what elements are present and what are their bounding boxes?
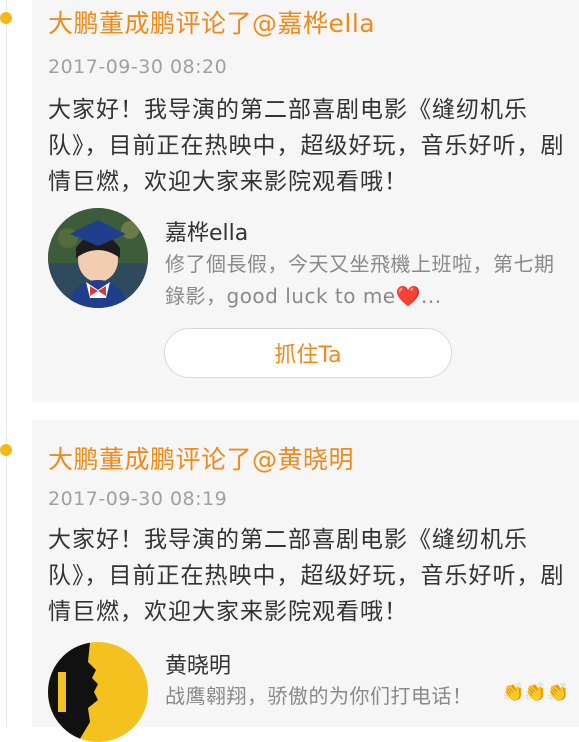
comment-timestamp: 2017-09-30 08:19 xyxy=(48,488,228,510)
comment-title[interactable]: 大鹏董成鹏评论了@嘉桦ella xyxy=(48,4,375,40)
ellipsis: ... xyxy=(421,284,442,308)
user-name[interactable]: 嘉桦ella xyxy=(165,215,248,247)
comment-body: 大家好！我导演的第二部喜剧电影《缝纫机乐队》，目前正在热映中，超级好玩，音乐好听… xyxy=(48,527,565,625)
comment-title[interactable]: 大鹏董成鹏评论了@黄晓明 xyxy=(48,440,354,476)
user-post-line: 錄影，good luck to me xyxy=(165,284,396,308)
heart-icon: ❤️ xyxy=(395,284,422,308)
user-post-line: 战鹰翱翔，骄傲的为你们打电话！ xyxy=(165,684,473,708)
timeline-dot-icon xyxy=(0,444,12,456)
comment-card[interactable]: 大鹏董成鹏评论了@黄晓明 2017-09-30 08:19 大家好！我导演的第二… xyxy=(32,420,579,742)
comment-card[interactable]: 大鹏董成鹏评论了@嘉桦ella 2017-09-30 08:20 大家好！我导演… xyxy=(32,0,579,402)
user-name[interactable]: 黄晓明 xyxy=(165,648,231,680)
timeline-dot-icon xyxy=(0,12,12,24)
user-post-preview: 修了個長假，今天又坐飛機上班啦，第七期 錄影，good luck to me❤️… xyxy=(165,248,579,312)
user-post-line: 修了個長假，今天又坐飛機上班啦，第七期 xyxy=(165,252,555,276)
comment-body: 大家好！我导演的第二部喜剧电影《缝纫机乐队》，目前正在热映中，超级好玩，音乐好听… xyxy=(48,97,565,195)
avatar[interactable] xyxy=(48,208,148,308)
timeline-line xyxy=(6,0,7,727)
follow-button-label: 抓住Ta xyxy=(274,343,342,368)
avatar[interactable] xyxy=(48,642,148,742)
comment-timestamp: 2017-09-30 08:20 xyxy=(48,56,228,78)
clap-icon: 👏👏👏 xyxy=(502,682,570,703)
follow-button[interactable]: 抓住Ta xyxy=(164,328,452,378)
